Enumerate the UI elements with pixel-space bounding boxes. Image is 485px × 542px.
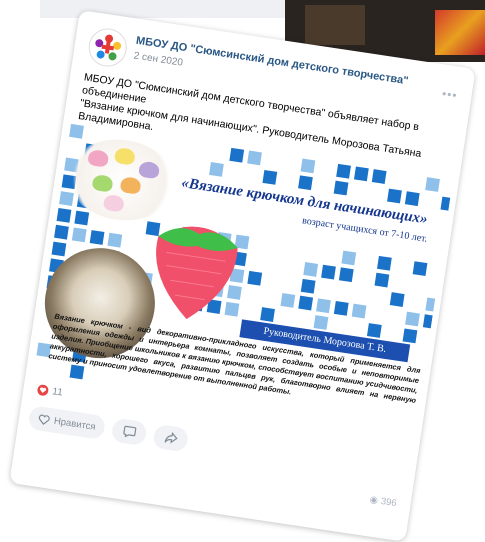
post-card: МБОУ ДО "Сюмсинский дом детского творчес… [9, 10, 476, 542]
mosaic-square [333, 301, 349, 316]
mosaic-square [298, 175, 313, 191]
mosaic-square [298, 295, 314, 311]
mosaic-square [371, 169, 387, 184]
mosaic-square [377, 255, 392, 271]
views-count: 396 [380, 495, 398, 510]
mosaic-square [56, 207, 72, 223]
mosaic-square [374, 272, 390, 288]
mosaic-square [69, 123, 84, 139]
heart-filled-icon [37, 384, 49, 396]
mosaic-square [209, 162, 224, 177]
more-horizontal-icon[interactable]: ••• [441, 87, 459, 103]
mosaic-square [440, 196, 454, 212]
share-button[interactable] [152, 423, 190, 453]
mosaic-square [300, 278, 316, 294]
crochet-strawberry-photo [156, 226, 238, 320]
like-button[interactable]: Нравится [27, 405, 107, 441]
mosaic-square [341, 250, 357, 266]
mosaic-square [262, 170, 278, 185]
mosaic-square [351, 303, 367, 319]
mosaic-square [107, 232, 123, 248]
mosaic-square [71, 227, 87, 243]
photo-crafts [435, 10, 485, 55]
photo-shelf [305, 5, 365, 45]
community-logo-icon [90, 30, 125, 65]
post-date[interactable]: 2 сен 2020 [133, 51, 184, 69]
likes-count: 11 [51, 386, 64, 399]
mosaic-square [280, 293, 296, 308]
like-label: Нравится [53, 415, 97, 433]
likes-summary[interactable]: 11 [37, 384, 64, 399]
mosaic-square [316, 298, 331, 314]
mosaic-square [405, 311, 420, 327]
mosaic-square [389, 292, 405, 307]
mosaic-square [425, 177, 440, 192]
mosaic-square [338, 267, 354, 283]
share-icon [163, 431, 178, 444]
heart-outline-icon [38, 414, 50, 425]
mosaic-square [74, 210, 90, 226]
community-avatar[interactable] [86, 25, 130, 70]
mosaic-square [89, 230, 105, 245]
mosaic-square [422, 314, 438, 330]
mosaic-square [353, 166, 369, 182]
mosaic-square [303, 262, 319, 277]
mosaic-square [412, 261, 428, 276]
mosaic-square [300, 158, 316, 174]
mosaic-square [313, 315, 329, 330]
eye-icon: ◉ [368, 494, 379, 507]
comment-icon [122, 425, 136, 438]
mosaic-square [321, 264, 336, 280]
mosaic-square [333, 180, 349, 196]
mosaic-square [69, 364, 85, 380]
mosaic-square [366, 323, 382, 338]
post-actions: Нравится [27, 405, 190, 453]
mosaic-square [425, 297, 441, 313]
mosaic-square [229, 147, 245, 163]
mosaic-square [51, 241, 67, 257]
mosaic-square [336, 163, 351, 179]
mosaic-square [260, 307, 275, 322]
previous-post-edge [40, 0, 290, 18]
mosaic-square [247, 150, 262, 166]
comment-button[interactable] [110, 417, 148, 447]
mosaic-square [387, 188, 402, 204]
mosaic-square [247, 270, 263, 286]
mosaic-square [54, 224, 69, 240]
mosaic-square [402, 328, 418, 344]
mosaic-square [404, 191, 420, 207]
